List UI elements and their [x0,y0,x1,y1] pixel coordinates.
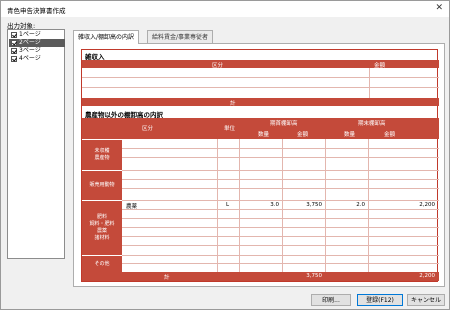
category-unharvested: 未収穫 農産物 [82,139,122,170]
inventory-total-row: 計 3,750 2,200 [82,272,439,281]
grid-line [239,139,240,272]
page-item-1[interactable]: 1ページ [9,31,65,39]
checkbox-icon[interactable] [11,48,17,54]
open-qty-cell[interactable]: 3.0 [242,202,279,208]
header-open-amount: 金額 [297,132,309,138]
category-other: その他 [82,255,122,272]
misc-income-total-row: 計 [82,98,439,107]
print-button[interactable]: 印刷... [311,294,351,306]
grid-line [122,218,439,219]
tab-misc-income-inventory[interactable]: 雑収入/棚卸高の内訳 [73,30,140,44]
grid-line [122,263,439,264]
close-icon[interactable]: ✕ [435,3,443,13]
header-unit: 単位 [224,126,236,132]
category-animals: 販売用動物 [82,170,122,200]
checkbox-icon[interactable] [11,40,17,46]
grid-line [82,87,439,88]
inventory-item-unit[interactable]: L [226,202,229,208]
cancel-button[interactable]: キャンセル [407,294,445,306]
grid-line [122,236,439,237]
grid-line [122,170,439,171]
checkbox-icon[interactable] [11,32,17,38]
grid-line [122,188,439,189]
checkbox-icon[interactable] [11,56,17,62]
header-close-qty: 数量 [344,132,356,138]
page-item-label: 4ページ [19,55,41,62]
page-item-label: 1ページ [19,31,41,38]
header-category: 区分 [142,126,154,132]
total-label: 計 [164,275,170,281]
total-close-amount: 2,200 [419,273,435,279]
grid-line [122,227,439,228]
page-item-label: 2ページ [19,39,41,46]
grid-line [217,139,218,272]
close-qty-cell[interactable]: 2.0 [328,202,365,208]
grid-line [122,148,439,149]
grid-line [82,77,439,78]
total-open-amount: 3,750 [306,273,322,279]
header-opening: 期首棚卸高 [270,121,298,127]
grid-line [122,179,439,180]
total-label: 計 [230,101,236,107]
header-closing: 期末棚卸高 [358,121,386,127]
open-amount-cell[interactable]: 3,750 [285,202,322,208]
inventory-header: 区分 単位 期首棚卸高 期末棚卸高 数量 金額 数量 金額 [82,118,439,139]
page-item-4[interactable]: 4ページ [9,55,65,63]
misc-income-header: 区分 金額 [82,60,439,69]
title-bar: 青色申告決算書作成 ✕ [1,1,449,17]
grid-line [122,200,439,201]
close-amount-cell[interactable]: 2,200 [371,202,435,208]
tab-panel: 雑収入 区分 金額 計 農産物以外の棚卸高の内訳 区分 単位 期首棚卸高 期末棚… [73,43,445,287]
inventory-item-name[interactable]: 農薬 [126,202,137,210]
page-item-3[interactable]: 3ページ [9,47,65,55]
header-category: 区分 [212,63,224,69]
dialog-window: 青色申告決算書作成 ✕ 出力対象: 1ページ 2ページ 3ページ 4ページ 雑収… [0,0,450,310]
grid-line [368,139,369,272]
grid-line [369,68,370,98]
header-amount: 金額 [374,63,386,69]
grid-line [122,245,439,246]
page-item-2[interactable]: 2ページ [9,39,65,47]
header-open-qty: 数量 [258,132,270,138]
window-title: 青色申告決算書作成 [7,7,66,15]
page-checklist: 1ページ 2ページ 3ページ 4ページ [7,29,65,259]
category-materials: 肥料 飼料・肥料 農薬 諸材料 [82,200,122,255]
page-item-label: 3ページ [19,47,41,54]
register-button[interactable]: 登録(F12) [357,294,403,306]
grid-line [122,255,439,256]
grid-line [325,139,326,272]
tab-salary-family[interactable]: 給料賃金/事業専従者 [147,30,214,43]
header-close-amount: 金額 [384,132,396,138]
grid-line [122,209,439,210]
grid-line [122,157,439,158]
form-sheet: 雑収入 区分 金額 計 農産物以外の棚卸高の内訳 区分 単位 期首棚卸高 期末棚… [81,49,439,282]
grid-line [282,139,283,272]
